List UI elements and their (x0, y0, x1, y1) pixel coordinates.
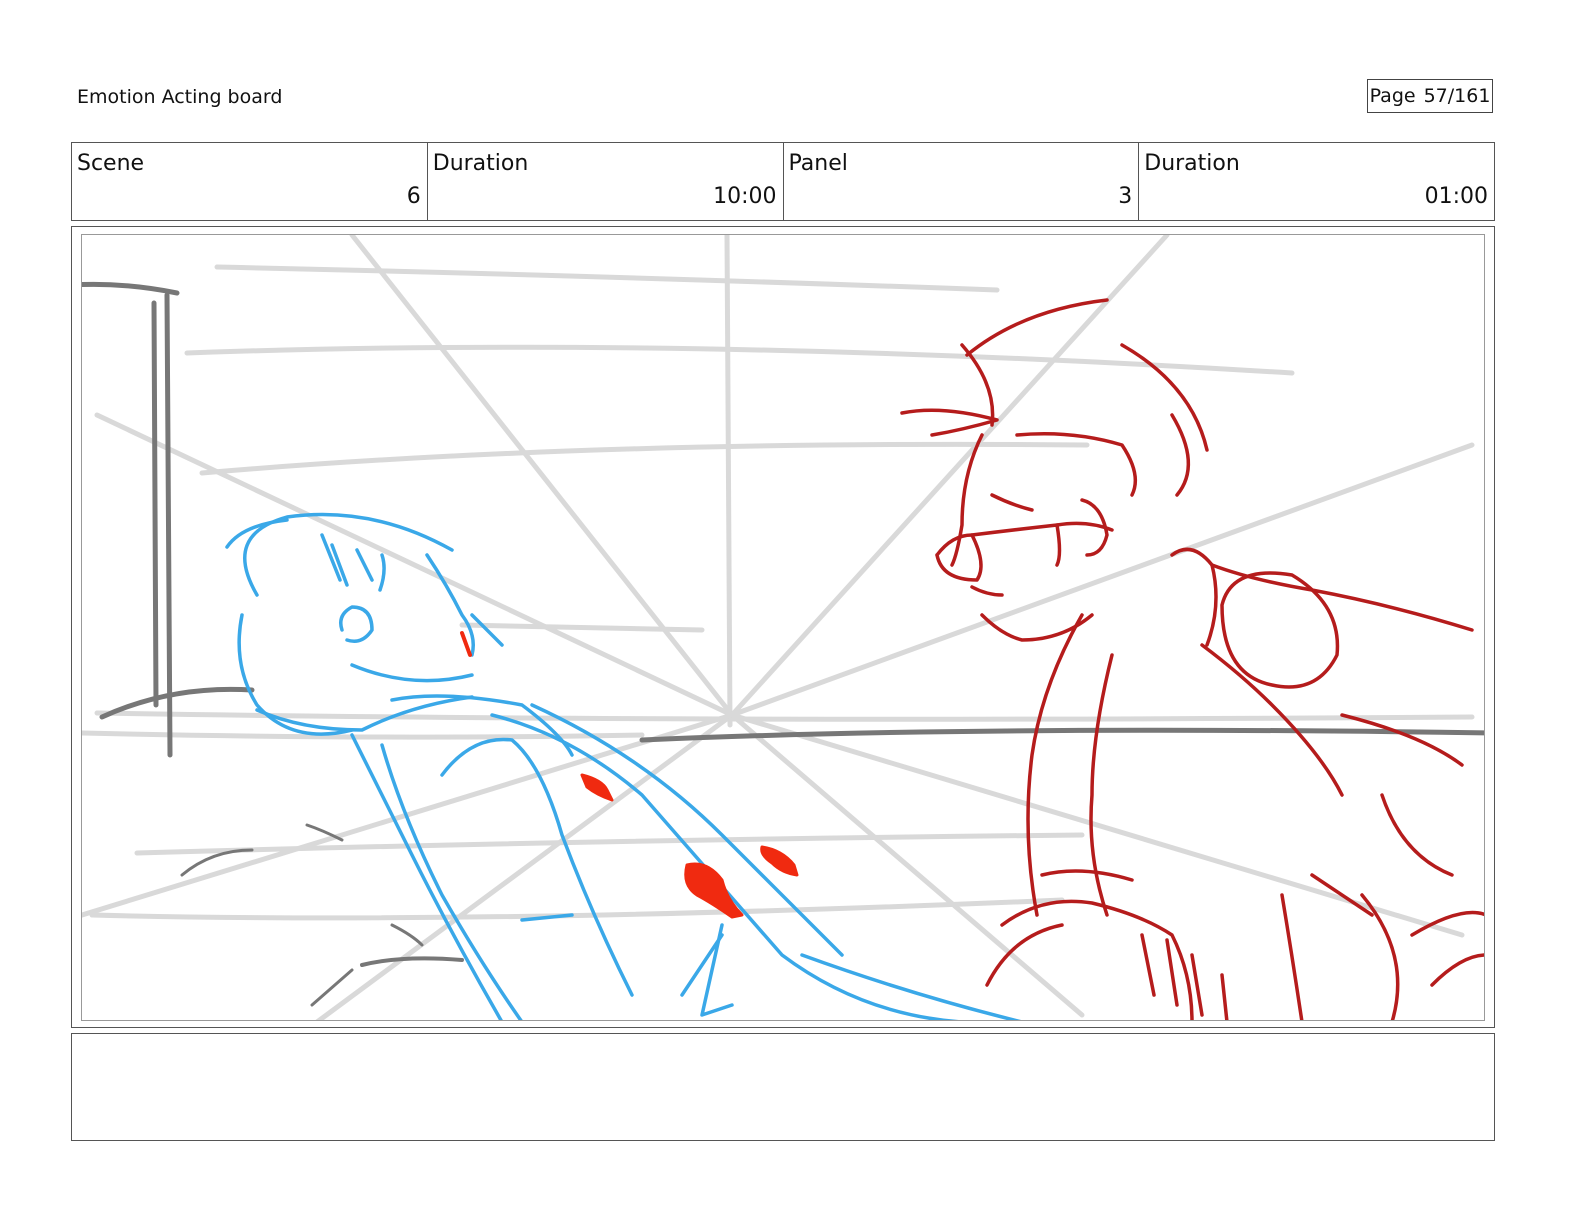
scene-duration-value: 10:00 (713, 184, 777, 209)
panel-duration-cell: Duration 01:00 (1139, 143, 1494, 220)
page-number: 57/161 (1423, 85, 1491, 107)
panel-value: 3 (1118, 184, 1133, 209)
background-sketch-lines (82, 235, 1475, 1020)
panel-duration-value: 01:00 (1424, 184, 1488, 209)
scene-cell: Scene 6 (72, 143, 428, 220)
panel-duration-label: Duration (1144, 151, 1240, 176)
right-character-sketch (900, 298, 1484, 1020)
scene-label: Scene (77, 151, 145, 176)
storyboard-drawing (81, 234, 1485, 1021)
panel-cell: Panel 3 (784, 143, 1140, 220)
page-label: Page (1369, 85, 1416, 107)
scene-value: 6 (406, 184, 421, 209)
page-indicator: Page 57/161 (1367, 79, 1493, 113)
scene-info-table: Scene 6 Duration 10:00 Panel 3 Duration … (71, 142, 1495, 221)
scene-duration-label: Duration (432, 151, 529, 176)
blood-marks (460, 631, 799, 919)
board-title: Emotion Acting board (77, 86, 283, 108)
scene-duration-cell: Duration 10:00 (428, 143, 784, 220)
panel-label: Panel (788, 151, 848, 176)
notes-box (71, 1033, 1495, 1141)
